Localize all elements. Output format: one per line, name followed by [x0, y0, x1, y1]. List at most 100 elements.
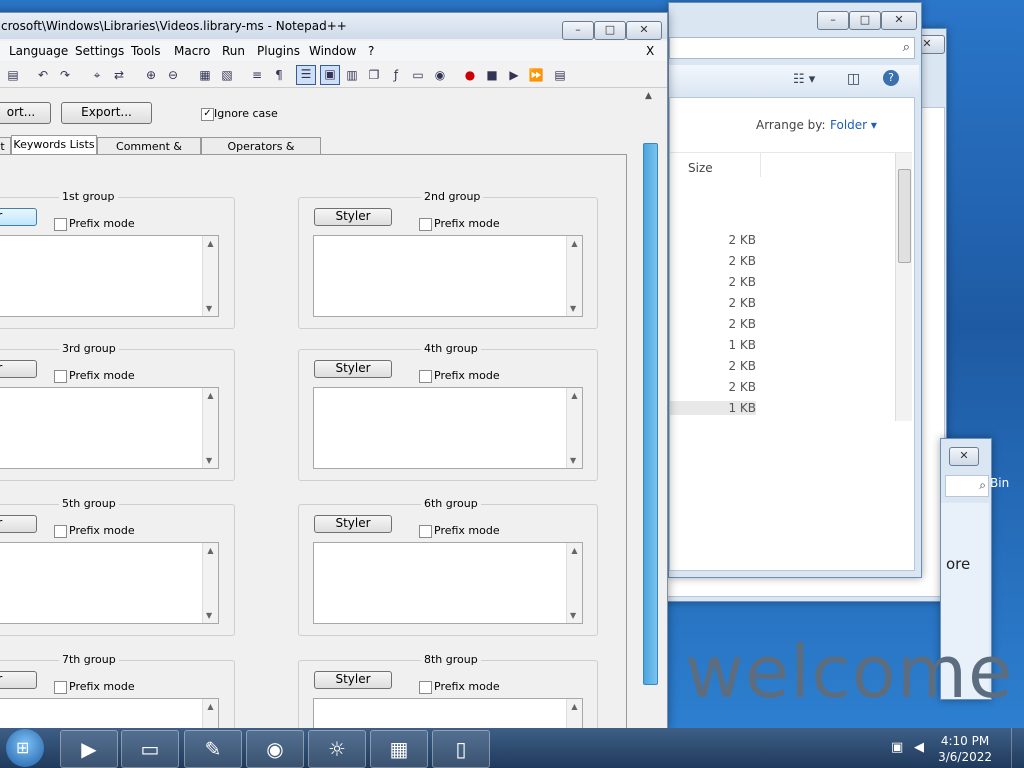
clock[interactable]: 4:10 PM 3/6/2022 — [938, 733, 992, 765]
styler-button[interactable]: Styler — [314, 208, 392, 226]
sync-horizontal-icon[interactable]: ▧ — [219, 67, 235, 83]
prefix-mode-checkbox[interactable] — [419, 681, 432, 694]
scroll-up-icon[interactable]: ▲ — [567, 239, 582, 248]
zoom-out-icon[interactable]: ⊖ — [165, 67, 181, 83]
keywords-textarea[interactable]: ▲ ▼ — [313, 387, 583, 469]
prefix-mode-checkbox[interactable] — [54, 218, 67, 231]
menu-plugins[interactable]: Plugins — [257, 44, 300, 58]
size-column-header[interactable]: Size — [688, 161, 713, 175]
scroll-up-icon[interactable]: ▲ — [203, 239, 218, 248]
paste-icon[interactable]: ▤ — [5, 67, 21, 83]
styler-button[interactable]: Styler — [314, 515, 392, 533]
scroll-down-icon[interactable]: ▼ — [206, 304, 212, 313]
find-icon[interactable]: ⌖ — [89, 67, 105, 83]
prefix-mode-checkbox[interactable] — [54, 370, 67, 383]
taskbar-calculator[interactable]: ▦ — [370, 730, 428, 768]
save-macro-icon[interactable]: ▤ — [552, 67, 568, 83]
import-button[interactable]: ort... — [0, 102, 51, 124]
scroll-down-icon[interactable]: ▼ — [570, 456, 576, 465]
sync-vertical-icon[interactable]: ▦ — [197, 67, 213, 83]
scrollbar-thumb[interactable] — [898, 169, 911, 263]
view-options-icon[interactable]: ☷ ▾ — [793, 72, 815, 87]
keywords-textarea[interactable]: ▲ ▼ — [313, 235, 583, 317]
undo-icon[interactable]: ↶ — [35, 67, 51, 83]
start-button[interactable]: ⊞ — [6, 729, 44, 767]
keywords-textarea[interactable]: ▲ ▼ — [0, 542, 219, 624]
styler-button[interactable]: er — [0, 671, 37, 689]
show-desktop-button[interactable] — [1011, 728, 1024, 768]
scroll-down-icon[interactable]: ▼ — [570, 611, 576, 620]
scroll-up-icon[interactable]: ▲ — [567, 546, 582, 555]
folder-workspace-icon[interactable]: ▭ — [410, 67, 426, 83]
close-button[interactable]: ✕ — [949, 447, 979, 466]
menu-run[interactable]: Run — [222, 44, 245, 58]
menu-window[interactable]: Window — [309, 44, 356, 58]
minimize-button[interactable]: – — [817, 11, 849, 30]
scroll-up-icon[interactable]: ▲ — [203, 391, 218, 400]
vertical-scrollbar[interactable]: ▲ — [643, 89, 658, 729]
taskbar-gecko[interactable]: ☼ — [308, 730, 366, 768]
monitoring-icon[interactable]: ◉ — [432, 67, 448, 83]
address-bar[interactable]: ⌕ — [669, 37, 915, 59]
styler-button[interactable]: Styler — [314, 360, 392, 378]
menu-close-document[interactable]: X — [646, 44, 654, 58]
run-macro-multiple-icon[interactable]: ⏩ — [528, 67, 544, 83]
menu-tools[interactable]: Tools — [131, 44, 161, 58]
doc-list-icon[interactable]: ❐ — [366, 67, 382, 83]
keywords-textarea[interactable]: ▲ ▼ — [0, 235, 219, 317]
menu-help[interactable]: ? — [368, 44, 374, 58]
word-wrap-icon[interactable]: ≡ — [249, 67, 265, 83]
help-icon[interactable]: ? — [883, 70, 899, 86]
scroll-up-icon[interactable]: ▲ — [203, 702, 218, 711]
menu-macro[interactable]: Macro — [174, 44, 210, 58]
minimize-button[interactable]: – — [562, 21, 594, 40]
zoom-in-icon[interactable]: ⊕ — [143, 67, 159, 83]
record-macro-icon[interactable]: ● — [462, 67, 478, 83]
maximize-button[interactable]: □ — [594, 21, 626, 40]
tab-keywords-lists[interactable]: Keywords Lists — [11, 135, 97, 156]
scroll-down-icon[interactable]: ▼ — [206, 611, 212, 620]
scroll-up-icon[interactable]: ▲ — [203, 546, 218, 555]
styler-button[interactable]: Styler — [314, 671, 392, 689]
doc-map-icon[interactable]: ▥ — [344, 67, 360, 83]
ignore-case-checkbox[interactable]: ✓ — [201, 108, 214, 121]
maximize-button[interactable]: □ — [849, 11, 881, 30]
styler-button[interactable]: er — [0, 515, 37, 533]
prefix-mode-checkbox[interactable] — [419, 525, 432, 538]
scroll-down-icon[interactable]: ▼ — [206, 456, 212, 465]
textarea-scrollbar[interactable]: ▲ ▼ — [202, 388, 218, 468]
textarea-scrollbar[interactable]: ▲ ▼ — [202, 543, 218, 623]
prefix-mode-checkbox[interactable] — [54, 681, 67, 694]
stop-macro-icon[interactable]: ■ — [484, 67, 500, 83]
styler-button[interactable]: er — [0, 360, 37, 378]
list-scrollbar[interactable] — [895, 153, 912, 421]
menu-settings[interactable]: Settings — [75, 44, 124, 58]
close-button[interactable]: ✕ — [626, 21, 662, 40]
network-icon[interactable]: ▣ — [891, 740, 903, 755]
menu-language[interactable]: Language — [9, 44, 68, 58]
taskbar-chrome[interactable]: ◉ — [246, 730, 304, 768]
close-button[interactable]: ✕ — [881, 11, 917, 30]
volume-icon[interactable]: ◀ — [914, 740, 924, 755]
scrollbar-thumb[interactable] — [643, 143, 658, 685]
scroll-up-icon[interactable]: ▲ — [567, 702, 582, 711]
search-box[interactable]: ⌕ — [945, 475, 989, 497]
textarea-scrollbar[interactable]: ▲ ▼ — [566, 543, 582, 623]
scroll-up-icon[interactable]: ▲ — [567, 391, 582, 400]
export-button[interactable]: Export... — [61, 102, 152, 124]
indent-guide-icon[interactable]: ☰ — [296, 65, 316, 85]
textarea-scrollbar[interactable]: ▲ ▼ — [566, 236, 582, 316]
show-all-characters-icon[interactable]: ¶ — [271, 67, 287, 83]
prefix-mode-checkbox[interactable] — [419, 218, 432, 231]
play-macro-icon[interactable]: ▶ — [506, 67, 522, 83]
taskbar-notepadpp[interactable]: ✎ — [184, 730, 242, 768]
function-list-icon[interactable]: ƒ — [388, 67, 404, 83]
keywords-textarea[interactable]: ▲ ▼ — [0, 387, 219, 469]
arrange-by-dropdown[interactable]: Folder ▾ — [830, 118, 877, 132]
title-bar[interactable]: crosoft\Windows\Libraries\Videos.library… — [0, 13, 667, 40]
preview-pane-icon[interactable]: ◫ — [847, 71, 860, 87]
taskbar-media-player[interactable]: ▶ — [60, 730, 118, 768]
prefix-mode-checkbox[interactable] — [419, 370, 432, 383]
prefix-mode-checkbox[interactable] — [54, 525, 67, 538]
explorer-window[interactable]: – □ ✕ ⌕ ☷ ▾ ◫ ? Arrange by: Folder ▾ Siz… — [668, 2, 922, 578]
